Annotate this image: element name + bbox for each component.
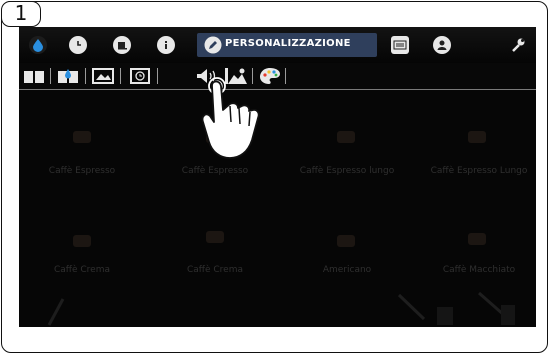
book-water-icon[interactable] [55, 66, 81, 86]
wrench-icon[interactable] [509, 36, 527, 54]
drink-label[interactable]: Caffè Espresso Lungo [419, 166, 536, 176]
drink-thumbnail [73, 235, 91, 247]
keyboard-icon[interactable] [391, 36, 409, 54]
toolbar-separator [285, 68, 286, 84]
water-drop-icon[interactable] [29, 36, 47, 54]
drink-label[interactable]: Caffè Crema [22, 265, 142, 275]
drink-label[interactable]: Caffè Crema [155, 265, 275, 275]
toolbar-separator [85, 68, 86, 84]
hand-pointer-icon [201, 77, 260, 159]
user-icon[interactable] [433, 36, 451, 54]
bottom-blank-area [19, 327, 536, 350]
drink-row-partial [47, 291, 515, 326]
info-icon[interactable] [157, 36, 175, 54]
tab-label: PERSONALIZZAZIONE [225, 38, 351, 49]
drink-thumbnail [206, 231, 224, 243]
screen-image-icon[interactable] [90, 66, 116, 86]
drink-label[interactable]: Caffè Espresso [155, 166, 275, 176]
drink-thumbnail [468, 233, 486, 245]
drink-thumbnail [337, 131, 355, 143]
drink-label[interactable]: Caffè Espresso lungo [287, 166, 407, 176]
drink-label[interactable]: Caffè Macchiato [419, 265, 536, 275]
drink-label[interactable]: Americano [287, 265, 407, 275]
drink-label[interactable]: Caffè Espresso [22, 166, 142, 176]
step-number-badge: 1 [1, 1, 41, 27]
cup-icon[interactable] [113, 36, 131, 54]
book-icon[interactable] [21, 66, 47, 86]
drink-thumbnail [337, 235, 355, 247]
toolbar-separator [50, 68, 51, 84]
pencil-icon [204, 36, 222, 54]
drink-thumbnail [73, 131, 91, 143]
tab-personalizzazione[interactable]: PERSONALIZZAZIONE [197, 33, 377, 57]
screen-clock-icon[interactable] [127, 66, 153, 86]
clock-icon[interactable] [69, 36, 87, 54]
toolbar-separator [157, 68, 158, 84]
toolbar-separator [120, 68, 121, 84]
top-navigation-bar: PERSONALIZZAZIONE [19, 27, 536, 63]
drink-thumbnail [468, 131, 486, 143]
